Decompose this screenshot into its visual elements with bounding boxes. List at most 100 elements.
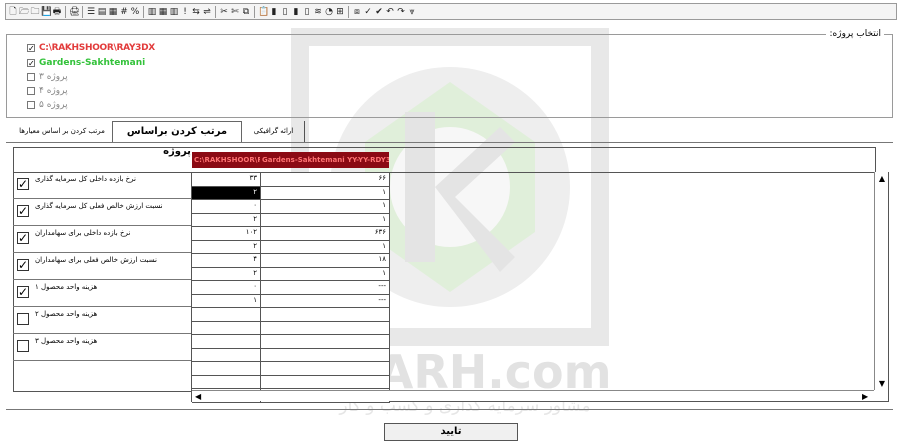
grid-cell[interactable]	[261, 308, 390, 322]
paste-icon[interactable]: 📋	[258, 6, 268, 18]
grid-cell[interactable]: ۲	[192, 213, 261, 227]
grid-cell[interactable]: ۲	[192, 267, 261, 281]
grid-cell[interactable]: ۱	[261, 267, 390, 281]
link-icon[interactable]: ⇆	[191, 6, 201, 18]
grid-cell[interactable]	[261, 362, 390, 376]
project-checkbox[interactable]	[27, 100, 35, 109]
grid-header-project-1[interactable]: C:\RAKHSHOOR\RAY3DX	[192, 152, 260, 168]
grid-cell[interactable]: ۶۶	[261, 173, 390, 187]
grid-cell[interactable]: ۱۰۲	[192, 227, 261, 241]
criteria-row[interactable]: ✓ نرخ بازده داخلی کل سرمایه گذاری	[13, 172, 191, 199]
tab-sort-by-project[interactable]: مرتب کردن براساس پروژه	[112, 121, 242, 157]
criteria-row[interactable]: ✓ نسبت ارزش خالص فعلی برای سهامداران	[13, 253, 191, 280]
hash-icon[interactable]: #	[119, 6, 129, 18]
grid-cell[interactable]	[261, 321, 390, 335]
columns-chart-icon[interactable]: ▮	[291, 6, 301, 18]
bar-chart-icon[interactable]: ▯	[302, 6, 312, 18]
flow-icon[interactable]: ⧈	[352, 6, 362, 18]
scroll-right-icon[interactable]: ▶	[862, 391, 868, 402]
grid-cell[interactable]: ۱	[261, 186, 390, 200]
tab-graphic[interactable]: ارائه گرافیکی	[243, 121, 305, 142]
criteria-checkbox[interactable]: ✓	[17, 286, 29, 298]
redo-icon[interactable]: ↷	[396, 6, 406, 18]
grid-cell[interactable]: ---	[261, 294, 390, 308]
folder-icon[interactable]: 🗀	[30, 6, 40, 18]
project-item[interactable]: پروژه ۵	[27, 99, 68, 110]
criteria-checkbox[interactable]: ✓	[17, 232, 29, 244]
grid-cell[interactable]	[261, 375, 390, 389]
funnel-icon[interactable]: ⩔	[407, 6, 417, 18]
ok-button[interactable]: تایید	[384, 423, 518, 441]
print-icon[interactable]: 🖶	[52, 6, 62, 18]
grid-cell[interactable]	[261, 335, 390, 349]
criteria-row[interactable]: هزینه واحد محصول ۳	[13, 334, 191, 361]
grid-header-project-2[interactable]: Gardens-Sakhtemani YY-YY-RDY3	[260, 152, 389, 168]
project-checkbox[interactable]	[27, 86, 35, 95]
columns-icon[interactable]: ▥	[169, 6, 179, 18]
table-icon[interactable]: ▥	[147, 6, 157, 18]
grid-cell[interactable]	[192, 335, 261, 349]
grid-cell[interactable]: ۰	[192, 200, 261, 214]
grid-cell[interactable]: ۴	[192, 254, 261, 268]
criteria-checkbox[interactable]: ✓	[17, 205, 29, 217]
percent-icon[interactable]: %	[130, 6, 140, 18]
shapes-icon[interactable]: ▦	[108, 6, 118, 18]
grid-cell[interactable]	[192, 375, 261, 389]
grid-cell[interactable]: ۱	[261, 213, 390, 227]
vertical-scrollbar[interactable]: ▲ ▼	[874, 172, 888, 390]
bars-icon[interactable]: ▯	[280, 6, 290, 18]
scroll-left-icon[interactable]: ◀	[195, 391, 201, 402]
criteria-checkbox[interactable]	[17, 313, 29, 325]
wave-icon[interactable]: ≋	[313, 6, 323, 18]
grid-cell[interactable]	[261, 348, 390, 362]
grid-cell[interactable]: ۱	[192, 294, 261, 308]
check-icon[interactable]: ✓	[363, 6, 373, 18]
grid-cell[interactable]: ۳۳	[192, 173, 261, 187]
project-item[interactable]: پروژه ۳	[27, 71, 68, 82]
node-icon[interactable]: ⊞	[335, 6, 345, 18]
criteria-row[interactable]: هزینه واحد محصول ۲	[13, 307, 191, 334]
undo-icon[interactable]: ↶	[385, 6, 395, 18]
check-alt-icon[interactable]: ✔	[374, 6, 384, 18]
criteria-checkbox[interactable]: ✓	[17, 259, 29, 271]
open-icon[interactable]: 🗁	[19, 6, 29, 18]
criteria-row[interactable]: ✓ نرخ بازده داخلی برای سهامداران	[13, 226, 191, 253]
scissors-icon[interactable]: ✄	[230, 6, 240, 18]
project-item[interactable]: ✓ C:\RAKHSHOOR\RAY3DX	[27, 42, 155, 53]
grid-cell[interactable]	[192, 362, 261, 376]
pie-icon[interactable]: ◔	[324, 6, 334, 18]
grid-cell[interactable]: ۰	[192, 281, 261, 295]
grid-cell[interactable]: ۱	[261, 200, 390, 214]
horizontal-scrollbar[interactable]: ◀ ▶	[192, 390, 874, 401]
project-item[interactable]: ✓ Gardens-Sakhtemani	[27, 57, 145, 68]
grid-cell[interactable]: ۱	[261, 240, 390, 254]
criteria-row[interactable]: ✓ هزینه واحد محصول ۱	[13, 280, 191, 307]
list-icon[interactable]: ▤	[97, 6, 107, 18]
criteria-checkbox[interactable]: ✓	[17, 178, 29, 190]
grid-icon[interactable]: ▦	[158, 6, 168, 18]
project-checkbox[interactable]: ✓	[27, 43, 35, 52]
grid-cell[interactable]	[192, 308, 261, 322]
exclamation-icon[interactable]: !	[180, 6, 190, 18]
new-icon[interactable]: 🗋	[8, 6, 18, 18]
copy-icon[interactable]: ⧉	[241, 6, 251, 18]
project-checkbox[interactable]: ✓	[27, 58, 35, 67]
save-icon[interactable]: 💾	[41, 6, 51, 18]
scroll-up-icon[interactable]: ▲	[877, 174, 887, 183]
project-item[interactable]: پروژه ۴	[27, 85, 68, 96]
grid-cell[interactable]: ۲	[192, 240, 261, 254]
grid-cell[interactable]	[192, 348, 261, 362]
grid-cell[interactable]	[192, 321, 261, 335]
tab-sort-by-criteria[interactable]: مرتب کردن بر اساس معیارها	[12, 121, 112, 142]
print-preview-icon[interactable]: 🖨	[69, 6, 79, 18]
criteria-row[interactable]: ✓ نسبت ارزش خالص فعلی کل سرمایه گذاری	[13, 199, 191, 226]
grid-cell[interactable]: ---	[261, 281, 390, 295]
align-icon[interactable]: ☰	[86, 6, 96, 18]
results-grid[interactable]: ۳۳ ۶۶ ۲ ۱ ۰ ۱ ۲ ۱ ۱۰۲ ۶۳۶ ۲ ۱ ۴ ۱۸ ۲ ۱ ۰ --- ۱ ---	[191, 172, 889, 403]
transfer-icon[interactable]: ⇌	[202, 6, 212, 18]
chart-icon[interactable]: ▮	[269, 6, 279, 18]
grid-cell[interactable]: ۱۸	[261, 254, 390, 268]
criteria-checkbox[interactable]	[17, 340, 29, 352]
grid-cell[interactable]: ۲	[192, 186, 261, 200]
cut-icon[interactable]: ✂	[219, 6, 229, 18]
